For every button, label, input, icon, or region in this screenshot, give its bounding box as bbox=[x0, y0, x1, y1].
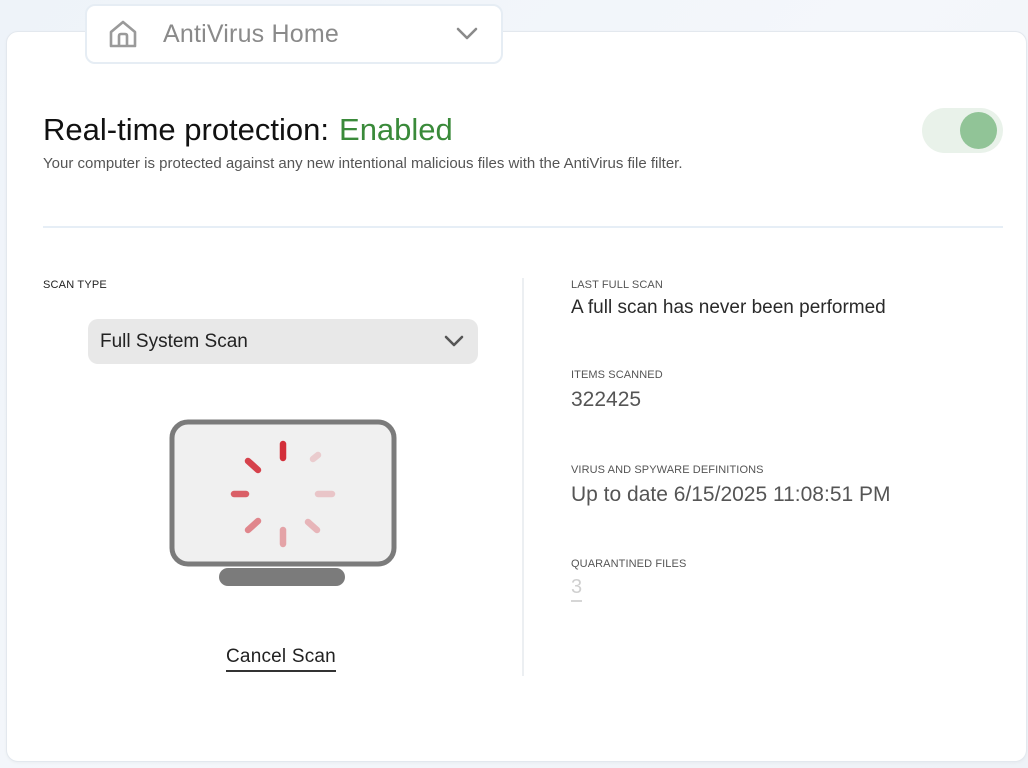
home-icon bbox=[109, 20, 137, 48]
scan-type-select[interactable]: Full System Scan bbox=[88, 319, 478, 364]
column-divider bbox=[522, 278, 524, 676]
protection-title: Real-time protection: Enabled bbox=[43, 112, 453, 148]
chevron-down-icon bbox=[456, 27, 478, 40]
scanning-monitor-icon bbox=[169, 419, 397, 586]
quarantined-files-link[interactable]: 3 bbox=[571, 577, 583, 602]
chevron-down-icon bbox=[444, 335, 464, 347]
protection-status: Enabled bbox=[339, 112, 453, 147]
scan-type-label: SCAN TYPE bbox=[43, 279, 107, 291]
nav-label: AntiVirus Home bbox=[163, 20, 340, 48]
last-full-scan-value: A full scan has never been performed bbox=[571, 297, 886, 318]
protection-toggle[interactable] bbox=[922, 108, 1003, 153]
scan-type-value: Full System Scan bbox=[100, 331, 248, 352]
items-scanned-label: ITEMS SCANNED bbox=[571, 369, 663, 381]
protection-description: Your computer is protected against any n… bbox=[43, 155, 683, 172]
page-nav-dropdown[interactable]: AntiVirus Home bbox=[85, 4, 503, 64]
items-scanned-value: 322425 bbox=[571, 388, 642, 411]
section-divider bbox=[43, 226, 1003, 228]
definitions-value: Up to date 6/15/2025 11:08:51 PM bbox=[571, 483, 891, 506]
toggle-knob bbox=[960, 112, 997, 149]
quarantined-files-label: QUARANTINED FILES bbox=[571, 558, 687, 570]
protection-title-text: Real-time protection: bbox=[43, 112, 330, 147]
definitions-label: VIRUS AND SPYWARE DEFINITIONS bbox=[571, 464, 764, 476]
cancel-scan-link[interactable]: Cancel Scan bbox=[226, 646, 336, 672]
last-full-scan-label: LAST FULL SCAN bbox=[571, 279, 663, 291]
